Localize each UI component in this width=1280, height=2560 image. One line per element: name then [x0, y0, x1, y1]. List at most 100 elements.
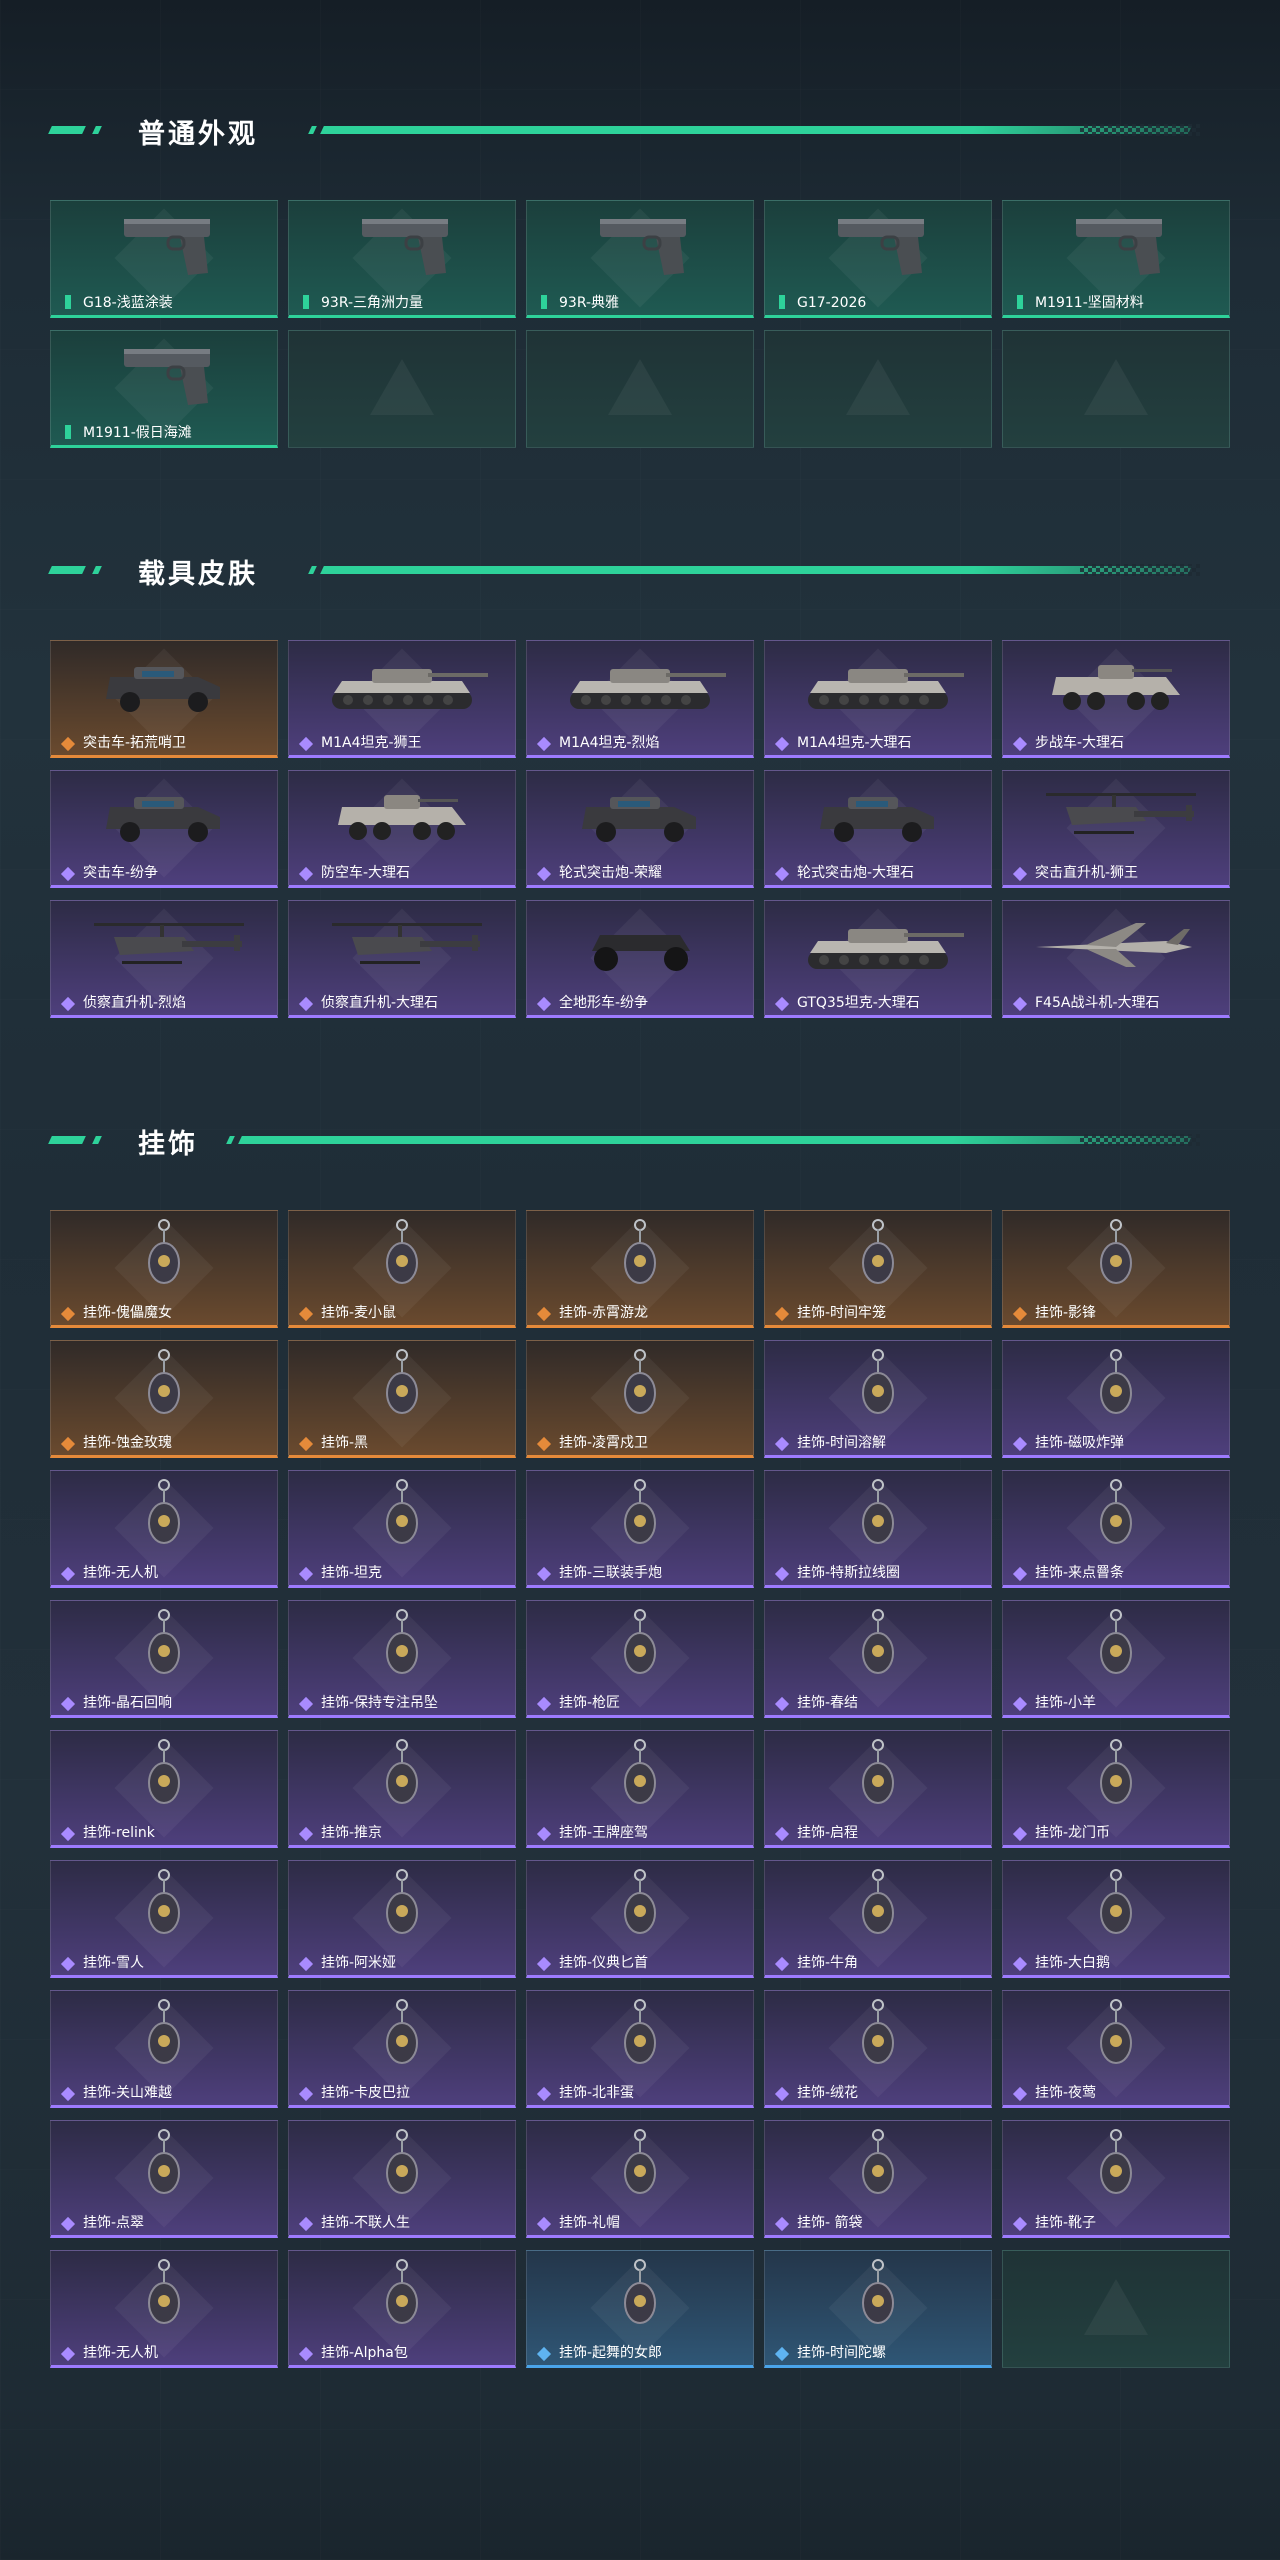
item-label: 挂饰-时间溶解	[797, 1435, 887, 1451]
item-card[interactable]: 挂饰-靴子	[1002, 2120, 1230, 2238]
item-card[interactable]: 挂饰-启程	[764, 1730, 992, 1848]
header-accent	[48, 126, 86, 134]
item-card[interactable]: M1A4坦克-烈焰	[526, 640, 754, 758]
item-card[interactable]: 挂饰-关山难越	[50, 1990, 278, 2108]
item-label: 突击直升机-狮王	[1035, 865, 1139, 881]
helicopter-icon	[302, 907, 502, 987]
rarity-icon	[1012, 1436, 1028, 1452]
item-card[interactable]: 挂饰-绒花	[764, 1990, 992, 2108]
rarity-icon	[298, 1566, 314, 1582]
item-card[interactable]: 93R-三角洲力量	[288, 200, 516, 318]
item-card[interactable]: 挂饰-时间溶解	[764, 1340, 992, 1458]
rarity-icon	[774, 1306, 790, 1322]
item-card[interactable]: 挂饰-无人机	[50, 2250, 278, 2368]
item-card[interactable]: 挂饰-仪典匕首	[526, 1860, 754, 1978]
item-card[interactable]: 挂饰-春结	[764, 1600, 992, 1718]
item-label: 挂饰-来点罾条	[1035, 1565, 1125, 1581]
item-card[interactable]: 挂饰-阿米娅	[288, 1860, 516, 1978]
item-card[interactable]: 步战车-大理石	[1002, 640, 1230, 758]
item-card[interactable]: 侦察直升机-大理石	[288, 900, 516, 1018]
tank-icon	[540, 647, 740, 727]
item-label: 挂饰-启程	[797, 1825, 859, 1841]
item-card[interactable]: 挂饰-磁吸炸弹	[1002, 1340, 1230, 1458]
charm-icon	[540, 1217, 740, 1297]
header-line	[238, 1136, 1192, 1144]
item-card[interactable]: 挂饰-来点罾条	[1002, 1470, 1230, 1588]
item-card[interactable]: 挂饰-三联装手炮	[526, 1470, 754, 1588]
item-card[interactable]: 挂饰-起舞的女郎	[526, 2250, 754, 2368]
item-card[interactable]: G17-2026	[764, 200, 992, 318]
item-card[interactable]: 挂饰-Alpha包	[288, 2250, 516, 2368]
item-card[interactable]: 挂饰-牛角	[764, 1860, 992, 1978]
item-card[interactable]: 挂饰-不联人生	[288, 2120, 516, 2238]
item-card[interactable]: 挂饰-特斯拉线圈	[764, 1470, 992, 1588]
item-label: 突击车-拓荒哨卫	[83, 735, 187, 751]
item-card[interactable]: 挂饰-坦克	[288, 1470, 516, 1588]
item-label: M1A4坦克-烈焰	[559, 735, 660, 751]
rarity-icon	[779, 295, 785, 309]
item-card[interactable]: 挂饰-卡皮巴拉	[288, 1990, 516, 2108]
item-card[interactable]: 挂饰-北非蛋	[526, 1990, 754, 2108]
item-label: 挂饰-无人机	[83, 1565, 159, 1581]
item-card[interactable]: 挂饰-保持专注吊坠	[288, 1600, 516, 1718]
car-icon	[778, 777, 978, 857]
item-card[interactable]: 挂饰-时间牢笼	[764, 1210, 992, 1328]
item-card[interactable]: 挂饰-王牌座驾	[526, 1730, 754, 1848]
item-card[interactable]: 挂饰-夜莺	[1002, 1990, 1230, 2108]
item-card[interactable]: GTQ35坦克-大理石	[764, 900, 992, 1018]
item-card[interactable]: 挂饰-凌霄戍卫	[526, 1340, 754, 1458]
item-card[interactable]: 挂饰-赤霄游龙	[526, 1210, 754, 1328]
rarity-icon	[541, 295, 547, 309]
charm-icon	[1016, 1347, 1216, 1427]
charm-icon	[1016, 1737, 1216, 1817]
item-card[interactable]: 挂饰-relink	[50, 1730, 278, 1848]
item-card[interactable]: 挂饰-大白鹅	[1002, 1860, 1230, 1978]
item-card[interactable]: M1911-坚固材料	[1002, 200, 1230, 318]
rarity-icon	[774, 1436, 790, 1452]
item-card[interactable]: 挂饰-雪人	[50, 1860, 278, 1978]
item-card[interactable]: 93R-典雅	[526, 200, 754, 318]
charm-icon	[302, 1217, 502, 1297]
item-card[interactable]: M1A4坦克-狮王	[288, 640, 516, 758]
item-card[interactable]: 挂饰-时间陀螺	[764, 2250, 992, 2368]
item-label: 挂饰-不联人生	[321, 2215, 411, 2231]
item-card[interactable]: 侦察直升机-烈焰	[50, 900, 278, 1018]
item-card[interactable]: 轮式突击炮-荣耀	[526, 770, 754, 888]
rarity-icon	[60, 1956, 76, 1972]
item-card[interactable]: G18-浅蓝涂装	[50, 200, 278, 318]
item-card[interactable]: 轮式突击炮-大理石	[764, 770, 992, 888]
item-card[interactable]: M1A4坦克-大理石	[764, 640, 992, 758]
item-card[interactable]: 挂饰-推京	[288, 1730, 516, 1848]
item-card[interactable]: 挂饰-小羊	[1002, 1600, 1230, 1718]
item-card[interactable]: 挂饰-礼帽	[526, 2120, 754, 2238]
rarity-icon	[65, 425, 71, 439]
item-card[interactable]: 挂饰-麦小鼠	[288, 1210, 516, 1328]
rarity-icon	[536, 1826, 552, 1842]
item-card[interactable]: M1911-假日海滩	[50, 330, 278, 448]
item-card[interactable]: 防空车-大理石	[288, 770, 516, 888]
item-label: 挂饰-蚀金玫瑰	[83, 1435, 173, 1451]
item-card[interactable]: 挂饰-枪匠	[526, 1600, 754, 1718]
item-card[interactable]: 挂饰-傀儡魔女	[50, 1210, 278, 1328]
item-card[interactable]: 挂饰-点翠	[50, 2120, 278, 2238]
item-card[interactable]: 挂饰-无人机	[50, 1470, 278, 1588]
placeholder-logo-icon	[370, 359, 434, 415]
item-card[interactable]: 挂饰-晶石回响	[50, 1600, 278, 1718]
rarity-icon	[298, 996, 314, 1012]
item-label: 挂饰-卡皮巴拉	[321, 2085, 411, 2101]
item-card[interactable]: 挂饰-黑	[288, 1340, 516, 1458]
item-card[interactable]: 突击车-拓荒哨卫	[50, 640, 278, 758]
item-label: 挂饰-赤霄游龙	[559, 1305, 649, 1321]
item-card[interactable]: 挂饰-龙门币	[1002, 1730, 1230, 1848]
item-card[interactable]: 挂饰-蚀金玫瑰	[50, 1340, 278, 1458]
item-card[interactable]: 全地形车-纷争	[526, 900, 754, 1018]
item-card[interactable]: 挂饰-影锋	[1002, 1210, 1230, 1328]
item-card[interactable]: 突击车-纷争	[50, 770, 278, 888]
item-card[interactable]: 挂饰- 箭袋	[764, 2120, 992, 2238]
rarity-icon	[1012, 1696, 1028, 1712]
item-card[interactable]: 突击直升机-狮王	[1002, 770, 1230, 888]
charm-icon	[64, 2257, 264, 2337]
item-card[interactable]: F45A战斗机-大理石	[1002, 900, 1230, 1018]
charm-icon	[64, 1867, 264, 1947]
item-label: 挂饰-影锋	[1035, 1305, 1097, 1321]
